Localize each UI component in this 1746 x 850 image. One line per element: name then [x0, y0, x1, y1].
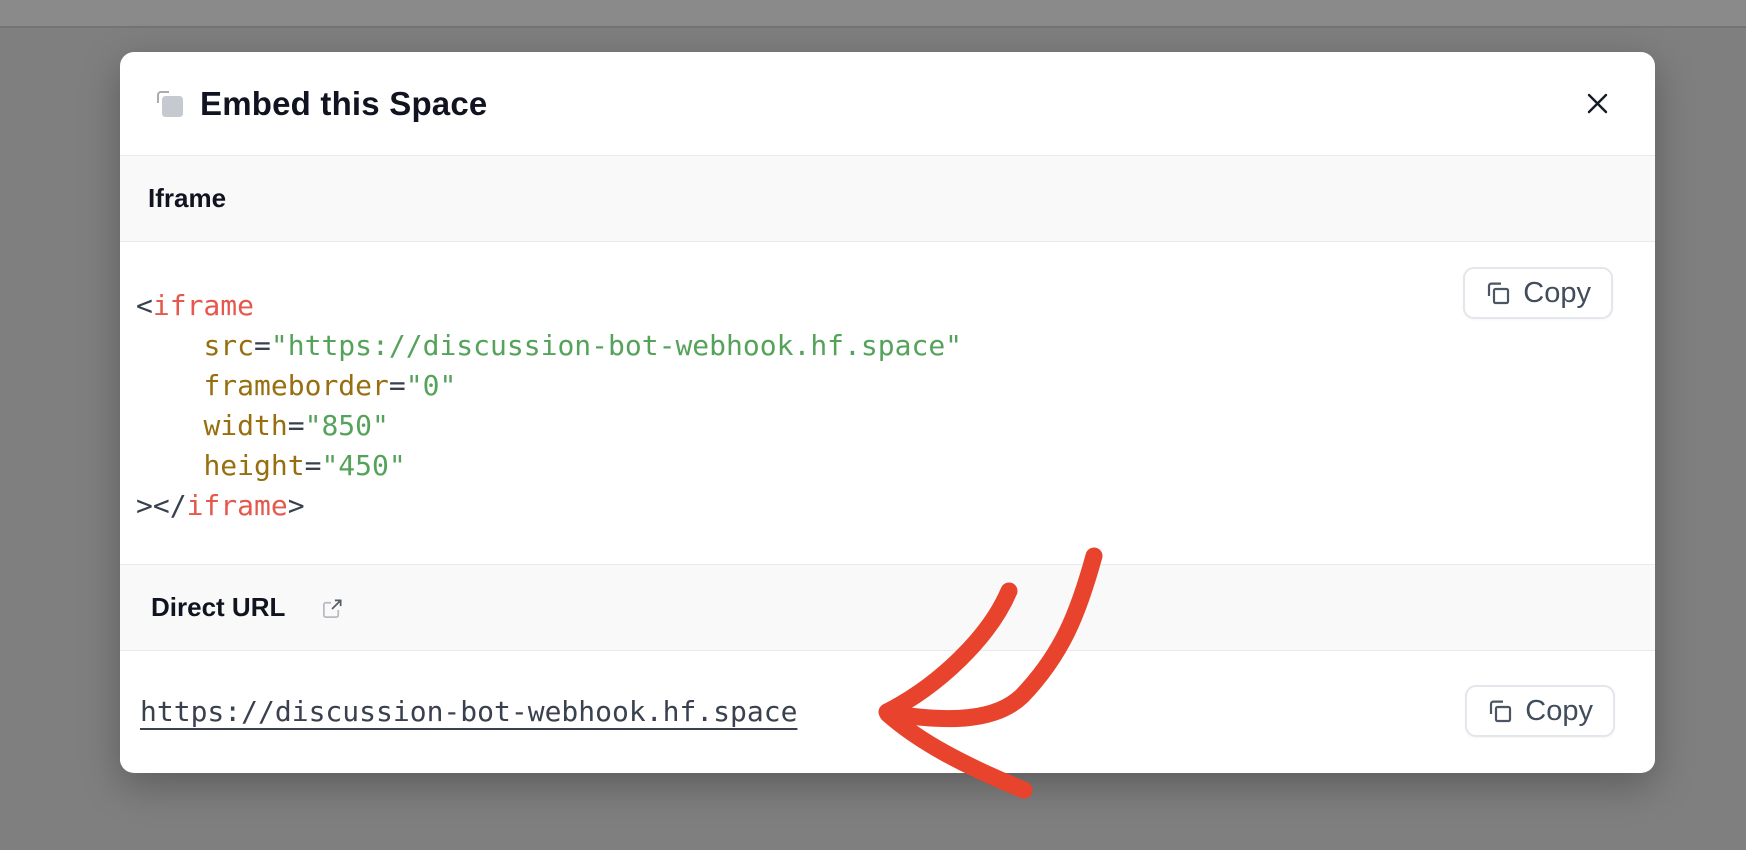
embed-squares-icon: [153, 87, 187, 121]
embed-code-block[interactable]: <iframe src="https://discussion-bot-webh…: [120, 242, 1655, 526]
modal-header: Embed this Space: [120, 52, 1655, 155]
modal-title: Embed this Space: [200, 85, 487, 123]
copy-url-label: Copy: [1525, 695, 1593, 728]
iframe-code-section: <iframe src="https://discussion-bot-webh…: [120, 242, 1655, 564]
direct-url-row: https://discussion-bot-webhook.hf.space …: [120, 651, 1655, 771]
iframe-section-label: Iframe: [148, 183, 226, 214]
external-link-icon[interactable]: [321, 597, 344, 620]
copy-iframe-button[interactable]: Copy: [1463, 267, 1613, 319]
direct-url-section-label: Direct URL: [151, 592, 285, 623]
copy-url-button[interactable]: Copy: [1465, 685, 1615, 737]
close-x-glyph: [1586, 92, 1609, 115]
copy-icon: [1485, 280, 1512, 307]
copy-icon: [1487, 698, 1514, 725]
copy-iframe-label: Copy: [1523, 277, 1591, 310]
close-icon[interactable]: [1582, 89, 1612, 119]
backdrop-top-strip: [0, 0, 1746, 28]
embed-space-modal: Embed this Space Iframe <iframe src="htt…: [120, 52, 1655, 773]
section-band-iframe: Iframe: [120, 155, 1655, 242]
screen-backdrop: Embed this Space Iframe <iframe src="htt…: [0, 0, 1746, 850]
section-band-direct-url: Direct URL: [120, 564, 1655, 651]
direct-url-link[interactable]: https://discussion-bot-webhook.hf.space: [140, 695, 797, 728]
